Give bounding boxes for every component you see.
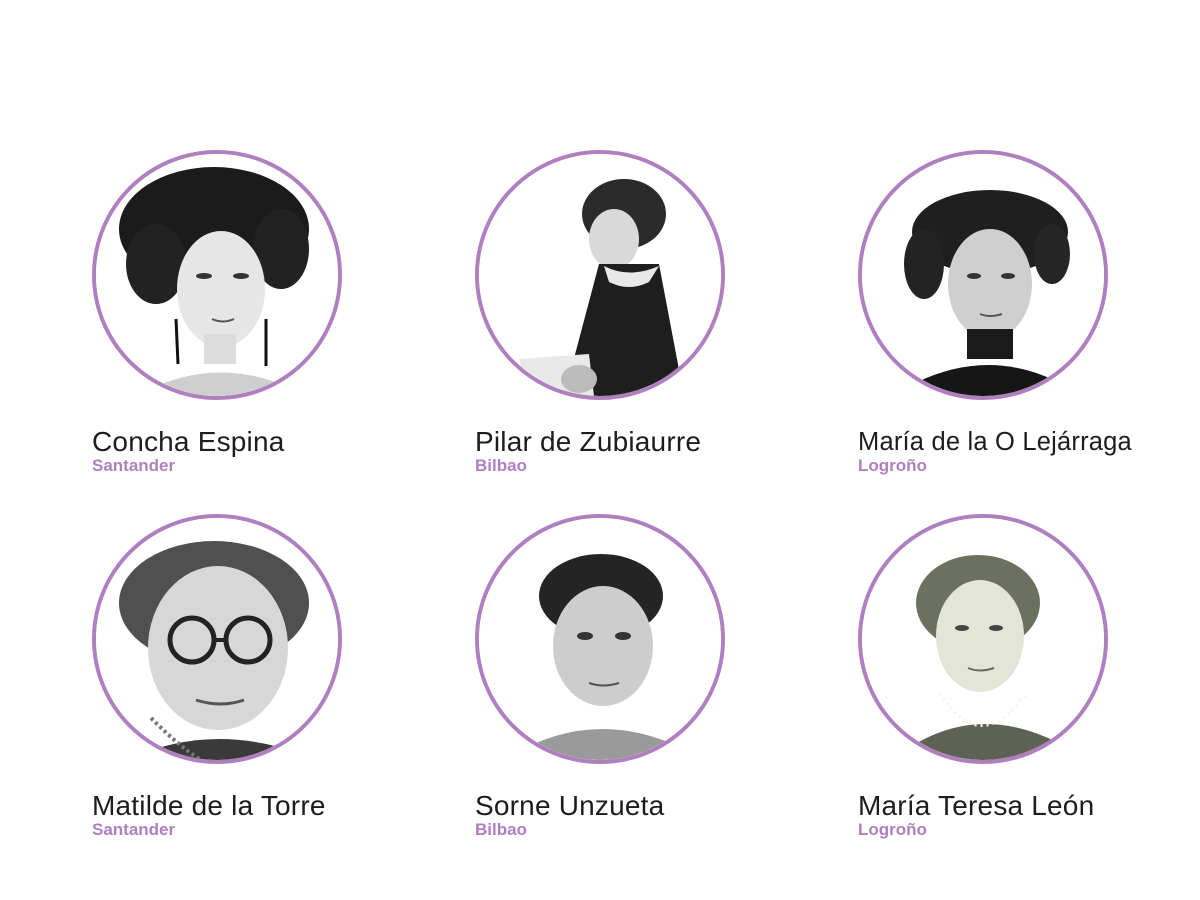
portrait-photo[interactable] <box>92 150 342 400</box>
portrait-photo[interactable] <box>858 150 1108 400</box>
portrait-photo[interactable] <box>92 514 342 764</box>
portrait-image <box>96 518 338 760</box>
portrait-image <box>862 154 1104 396</box>
portrait-image <box>479 154 721 396</box>
portrait-image <box>479 518 721 760</box>
person-name: Matilde de la Torre <box>92 790 326 821</box>
portrait-photo[interactable] <box>475 514 725 764</box>
person-city: Logroño <box>858 820 927 839</box>
person-city: Bilbao <box>475 456 527 475</box>
person-name: Concha Espina <box>92 426 285 457</box>
person-city: Santander <box>92 456 176 475</box>
person-name: Pilar de Zubiaurre <box>475 426 702 457</box>
portrait-image <box>862 518 1104 760</box>
person-name: María Teresa León <box>858 790 1095 821</box>
person-city: Logroño <box>858 456 927 475</box>
person-name: Sorne Unzueta <box>475 790 665 821</box>
person-city: Santander <box>92 820 176 839</box>
person-name: María de la O Lejárraga <box>858 428 1132 456</box>
portrait-image <box>96 154 338 396</box>
portrait-photo[interactable] <box>858 514 1108 764</box>
person-city: Bilbao <box>475 820 527 839</box>
portrait-photo[interactable] <box>475 150 725 400</box>
